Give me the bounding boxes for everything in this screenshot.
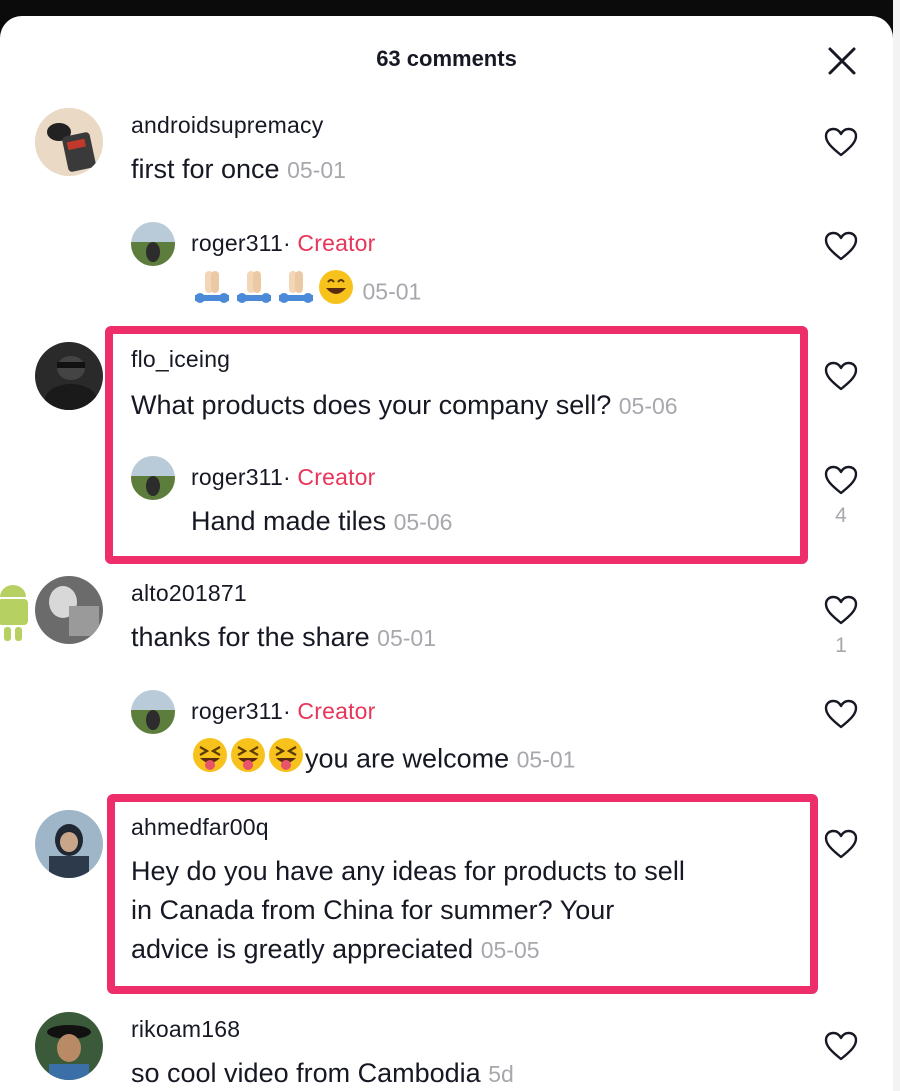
avatar[interactable] (35, 342, 103, 410)
reply-date: 05-01 (516, 746, 576, 773)
squinting-tongue-face-icon (229, 736, 267, 785)
comment-line: advice is greatly appreciated (131, 934, 474, 964)
comment-body: first for once (131, 154, 280, 184)
comment-date: 05-05 (480, 937, 540, 963)
comment-username[interactable]: androidsupremacy (131, 112, 323, 139)
creator-badge: Creator (297, 698, 376, 724)
comment-username[interactable]: flo_iceing (131, 346, 230, 373)
comment-text: so cool video from Cambodia 5d (131, 1054, 514, 1091)
reply-text: you are welcome 05-01 (191, 736, 575, 785)
comment-body: so cool video from Cambodia (131, 1058, 481, 1088)
reply-username[interactable]: roger311· Creator (191, 464, 376, 491)
reply-user[interactable]: roger311 (191, 230, 283, 256)
reply-user[interactable]: roger311 (191, 464, 283, 490)
reply-text: 05-01 (191, 268, 421, 317)
comment-date: 05-01 (377, 625, 436, 651)
creator-badge: Creator (297, 464, 376, 490)
reply-user[interactable]: roger311 (191, 698, 283, 724)
avatar[interactable] (35, 576, 103, 644)
reply-username[interactable]: roger311· Creator (191, 230, 376, 257)
comment-body: What products does your company sell? (131, 390, 612, 420)
separator: · (282, 230, 291, 256)
avatar[interactable] (35, 1012, 103, 1080)
like-heart-icon[interactable] (823, 698, 859, 730)
folded-hands-icon (233, 269, 275, 316)
comment-date: 05-06 (618, 393, 678, 419)
like-heart-icon[interactable] (823, 126, 859, 158)
like-heart-icon[interactable] (823, 1030, 859, 1062)
reply-text: Hand made tiles 05-06 (191, 502, 452, 542)
avatar[interactable] (131, 456, 175, 500)
like-heart-icon[interactable] (823, 230, 859, 262)
comment-body: thanks for the share (131, 622, 370, 652)
comment-line: Hey do you have any ideas for products t… (131, 856, 685, 886)
comment-text: thanks for the share 05-01 (131, 618, 436, 658)
comment-username[interactable]: alto201871 (131, 580, 247, 607)
like-count: 1 (835, 634, 847, 657)
creator-badge: Creator (297, 230, 376, 256)
grinning-face-icon (317, 268, 355, 317)
comment-date: 5d (488, 1061, 514, 1087)
comment-line-last: advice is greatly appreciated 05-05 (131, 930, 685, 970)
like-count: 4 (835, 504, 847, 527)
comment-text: Hey do you have any ideas for products t… (131, 852, 685, 970)
comments-count-title: 63 comments (376, 46, 517, 71)
like-heart-icon[interactable] (823, 828, 859, 860)
avatar[interactable] (35, 810, 103, 878)
scroll-edge (893, 0, 900, 1091)
folded-hands-icon (275, 269, 317, 316)
reply-body: Hand made tiles (191, 506, 387, 536)
like-heart-icon[interactable] (823, 594, 859, 626)
reply-date: 05-06 (393, 509, 453, 535)
reply-date: 05-01 (362, 278, 422, 305)
comments-sheet: 63 comments androidsupremacy first for o… (0, 16, 893, 1091)
separator: · (282, 698, 291, 724)
avatar[interactable] (35, 108, 103, 176)
squinting-tongue-face-icon (191, 736, 229, 785)
comment-username[interactable]: rikoam168 (131, 1016, 240, 1043)
folded-hands-icon (191, 269, 233, 316)
separator: · (282, 464, 291, 490)
comment-username[interactable]: ahmedfar00q (131, 814, 269, 841)
comment-text: first for once 05-01 (131, 150, 346, 190)
squinting-tongue-face-icon (267, 736, 305, 785)
comment-text: What products does your company sell? 05… (131, 386, 678, 426)
reply-username[interactable]: roger311· Creator (191, 698, 376, 725)
reply-body: you are welcome (305, 743, 510, 774)
avatar[interactable] (131, 690, 175, 734)
like-heart-icon[interactable] (823, 360, 859, 392)
close-icon[interactable] (827, 46, 857, 76)
like-heart-icon[interactable] (823, 464, 859, 496)
avatar[interactable] (131, 222, 175, 266)
android-icon (0, 585, 28, 641)
comment-date: 05-01 (287, 157, 346, 183)
comment-line: in Canada from China for summer? Your (131, 895, 615, 925)
